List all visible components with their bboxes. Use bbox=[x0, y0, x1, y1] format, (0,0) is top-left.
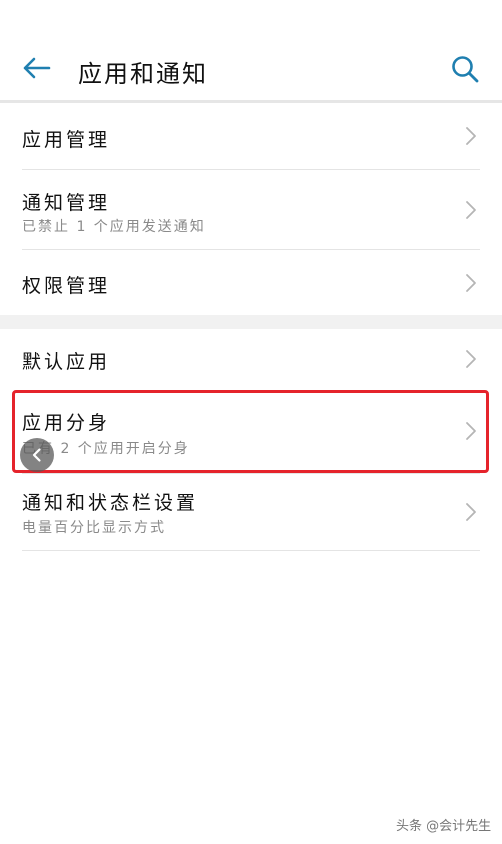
settings-group-1: 应用管理 通知管理 已禁止 1 个应用发送通知 权限管理 bbox=[0, 103, 502, 315]
settings-group-2: 默认应用 应用分身 已有 2 个应用开启分身 通知和状态栏设置 电量百分比显示方… bbox=[0, 329, 502, 559]
divider bbox=[22, 550, 480, 551]
permission-management-item[interactable]: 权限管理 bbox=[0, 250, 502, 315]
item-subtitle: 已禁止 1 个应用发送通知 bbox=[22, 219, 206, 235]
item-title: 权限管理 bbox=[22, 275, 111, 297]
search-button[interactable] bbox=[446, 50, 484, 88]
watermark: 头条 @会计先生 bbox=[396, 819, 492, 834]
item-title: 默认应用 bbox=[22, 351, 111, 373]
app-management-item[interactable]: 应用管理 bbox=[0, 103, 502, 169]
chevron-right-icon bbox=[466, 422, 476, 440]
default-apps-item[interactable]: 默认应用 bbox=[0, 329, 502, 391]
chevron-right-icon bbox=[466, 127, 476, 145]
item-title: 应用管理 bbox=[22, 129, 111, 151]
item-title: 通知管理 bbox=[22, 192, 111, 214]
item-title: 通知和状态栏设置 bbox=[22, 492, 199, 514]
section-separator bbox=[0, 315, 502, 329]
app-bar: 应用和通知 bbox=[0, 0, 502, 100]
search-icon bbox=[452, 56, 479, 83]
notification-management-item[interactable]: 通知管理 已禁止 1 个应用发送通知 bbox=[0, 170, 502, 249]
notification-statusbar-item[interactable]: 通知和状态栏设置 电量百分比显示方式 bbox=[0, 474, 502, 550]
item-subtitle: 电量百分比显示方式 bbox=[22, 520, 166, 536]
page-title: 应用和通知 bbox=[78, 60, 208, 88]
app-twin-item[interactable]: 应用分身 已有 2 个应用开启分身 bbox=[0, 392, 502, 473]
chevron-right-icon bbox=[466, 350, 476, 368]
arrow-left-icon bbox=[23, 57, 51, 79]
back-button[interactable] bbox=[18, 50, 54, 86]
chevron-right-icon bbox=[466, 274, 476, 292]
chevron-left-icon bbox=[32, 448, 41, 462]
chevron-right-icon bbox=[466, 503, 476, 521]
floating-back-button[interactable] bbox=[20, 438, 54, 472]
item-title: 应用分身 bbox=[22, 412, 111, 434]
chevron-right-icon bbox=[466, 201, 476, 219]
